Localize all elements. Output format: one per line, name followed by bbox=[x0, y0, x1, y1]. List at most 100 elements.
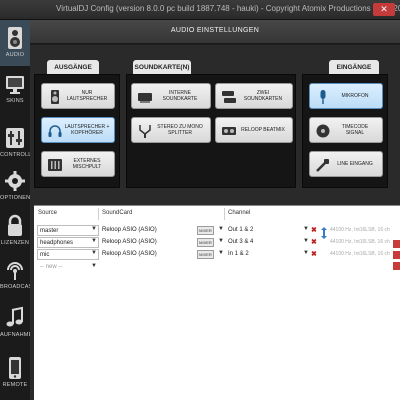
zwei-soundkarten-button[interactable]: ZWEI SOUNDKARTEN bbox=[215, 83, 293, 109]
format-info: 44100 Hz, Int16LSB, 16 ch bbox=[330, 251, 390, 257]
chevron-down-icon[interactable]: ▼ bbox=[218, 250, 224, 256]
source-select[interactable]: mic bbox=[37, 249, 99, 260]
sidebar-item-remote[interactable]: REMOTE bbox=[0, 350, 30, 396]
column-separator bbox=[98, 208, 99, 220]
format-info: 44100 Hz, Int16LSB, 16 ch bbox=[330, 227, 390, 233]
two-soundcards-icon bbox=[222, 91, 236, 103]
column-separator bbox=[224, 208, 225, 220]
nur-lautsprecher-button[interactable]: NUR LAUTSPRECHER bbox=[41, 83, 115, 109]
soundcard-select[interactable]: Reloop ASIO (ASIO) bbox=[102, 225, 197, 236]
soundcard-config-button[interactable]: MIXER bbox=[197, 250, 214, 259]
chevron-down-icon[interactable]: ▼ bbox=[91, 250, 97, 256]
title-bar: VirtualDJ Config (version 8.0.0 pc build… bbox=[0, 0, 400, 20]
reloop-beatmix-button[interactable]: RELOOP BEATMIX bbox=[215, 117, 293, 143]
mixer-icon bbox=[48, 159, 62, 171]
timecode-signal-button[interactable]: TIMECODE SIGNAL bbox=[309, 117, 383, 143]
button-label: MIKROFON bbox=[341, 93, 369, 99]
button-label: RELOOP BEATMIX bbox=[241, 127, 285, 133]
stereo-zu-mono-splitter-button[interactable]: STEREO ZU MONO SPLITTER bbox=[131, 117, 211, 143]
soundcard-config-button[interactable]: MIXER bbox=[197, 226, 214, 235]
chevron-down-icon[interactable]: ▼ bbox=[303, 226, 309, 232]
button-label: LINE EINGANG bbox=[337, 161, 373, 167]
soundcard-select[interactable]: Reloop ASIO (ASIO) bbox=[102, 249, 197, 260]
externes-mischpult-button[interactable]: EXTERNES MISCHPULT bbox=[41, 151, 115, 177]
monitor-icon bbox=[6, 76, 24, 94]
headphones-icon bbox=[48, 125, 62, 137]
table-row-new: -- new -- ▼ bbox=[34, 262, 400, 274]
mikrofon-button[interactable]: MIKROFON bbox=[309, 83, 383, 109]
swap-arrows-icon[interactable] bbox=[319, 226, 329, 240]
tab-soundkarte: SOUNDKARTE(N) bbox=[133, 60, 191, 75]
routing-table: Source SoundCard Channel master ▼ Reloop… bbox=[34, 205, 400, 400]
sidebar-item-skins[interactable]: SKINS bbox=[0, 66, 30, 112]
splitter-cable-icon bbox=[139, 125, 151, 138]
group-ausgaenge: NUR LAUTSPRECHER LAUTSPRECHER + KOPFHÖRE… bbox=[34, 74, 120, 188]
remove-row-button[interactable]: ✖ bbox=[311, 237, 317, 248]
button-label: TIMECODE SIGNAL bbox=[341, 124, 369, 136]
interne-soundkarte-button[interactable]: INTERNE SOUNDKARTE bbox=[131, 83, 211, 109]
soundcard-config-button[interactable]: MIXER bbox=[197, 238, 214, 247]
speaker-icon bbox=[8, 27, 22, 49]
group-soundkarte: INTERNE SOUNDKARTE ZWEI SOUNDKARTEN STER… bbox=[126, 74, 296, 188]
sidebar-item-label: CONTROLLERS bbox=[0, 152, 44, 158]
channel-select[interactable]: Out 1 & 2 bbox=[228, 225, 308, 236]
source-select[interactable]: master bbox=[37, 225, 99, 236]
table-row: mic ▼ Reloop ASIO (ASIO) MIXER ▼ In 1 & … bbox=[34, 249, 400, 261]
sidebar-item-label: AUFNAHME bbox=[0, 332, 33, 338]
column-header-channel: Channel bbox=[228, 210, 251, 216]
sidebar-item-label: SKINS bbox=[6, 98, 24, 104]
chevron-down-icon[interactable]: ▼ bbox=[91, 263, 97, 269]
table-row: headphones ▼ Reloop ASIO (ASIO) MIXER ▼ … bbox=[34, 237, 400, 249]
channel-select[interactable]: In 1 & 2 bbox=[228, 249, 308, 260]
broadcast-icon bbox=[7, 262, 23, 280]
source-select[interactable]: headphones bbox=[37, 237, 99, 248]
new-source-select[interactable]: -- new -- bbox=[40, 262, 62, 273]
chevron-down-icon[interactable]: ▼ bbox=[91, 238, 97, 244]
tab-eingaenge: EINGÄNGE bbox=[329, 60, 379, 75]
page-title: AUDIO EINSTELLUNGEN bbox=[170, 27, 260, 34]
button-label: ZWEI SOUNDKARTEN bbox=[243, 90, 283, 102]
sidebar-item-broadcast[interactable]: BROADCAST bbox=[0, 252, 37, 298]
lautsprecher-kopfhoerer-button[interactable]: LAUTSPRECHER + KOPFHÖRER bbox=[41, 117, 115, 143]
sliders-icon bbox=[6, 128, 24, 148]
column-header-source: Source bbox=[38, 210, 58, 216]
sidebar-item-label: BROADCAST bbox=[0, 284, 37, 290]
sidebar-item-label: LIZENZEN bbox=[0, 240, 30, 246]
chevron-down-icon[interactable]: ▼ bbox=[91, 226, 97, 232]
channel-select[interactable]: Out 3 & 4 bbox=[228, 237, 308, 248]
sidebar-item-label: AUDIO bbox=[5, 52, 25, 58]
sidebar: AUDIO SKINS CONTROLLERS OPTIONEN LIZENZE… bbox=[0, 20, 44, 400]
vdj-config-window: VirtualDJ Config (version 8.0.0 pc build… bbox=[0, 0, 400, 400]
speaker-icon bbox=[51, 90, 59, 104]
chevron-down-icon[interactable]: ▼ bbox=[303, 238, 309, 244]
close-button[interactable]: ✕ bbox=[373, 3, 395, 16]
sidebar-item-aufnahme[interactable]: AUFNAHME bbox=[0, 300, 33, 346]
vinyl-icon bbox=[316, 124, 330, 138]
side-badges-icon bbox=[393, 240, 400, 270]
sound-card-icon bbox=[138, 93, 152, 103]
remove-row-button[interactable]: ✖ bbox=[311, 249, 317, 260]
sidebar-item-audio[interactable]: AUDIO bbox=[0, 20, 30, 66]
chevron-down-icon[interactable]: ▼ bbox=[303, 250, 309, 256]
music-note-icon bbox=[6, 306, 23, 327]
line-eingang-button[interactable]: LINE EINGANG bbox=[309, 151, 383, 177]
microphone-icon bbox=[320, 90, 326, 104]
tab-ausgaenge: AUSGÄNGE bbox=[47, 60, 99, 75]
chevron-down-icon[interactable]: ▼ bbox=[218, 226, 224, 232]
sidebar-item-lizenzen[interactable]: LIZENZEN bbox=[0, 208, 30, 254]
soundcard-select[interactable]: Reloop ASIO (ASIO) bbox=[102, 237, 197, 248]
sidebar-item-label: OPTIONEN bbox=[0, 195, 31, 201]
lock-icon bbox=[8, 214, 22, 236]
sidebar-item-optionen[interactable]: OPTIONEN bbox=[0, 163, 30, 209]
chevron-down-icon[interactable]: ▼ bbox=[218, 238, 224, 244]
remove-row-button[interactable]: ✖ bbox=[311, 225, 317, 236]
sidebar-item-label: REMOTE bbox=[2, 382, 28, 388]
column-header-soundcard: SoundCard bbox=[102, 210, 133, 216]
button-label: LAUTSPRECHER + KOPFHÖRER bbox=[64, 124, 110, 136]
controller-icon bbox=[222, 127, 236, 135]
sidebar-item-controllers[interactable]: CONTROLLERS bbox=[0, 120, 44, 166]
button-label: STEREO ZU MONO SPLITTER bbox=[157, 124, 203, 136]
page-header: AUDIO EINSTELLUNGEN bbox=[30, 20, 400, 44]
gear-icon bbox=[5, 171, 25, 191]
group-eingaenge: MIKROFON TIMECODE SIGNAL LINE EINGANG bbox=[302, 74, 388, 188]
